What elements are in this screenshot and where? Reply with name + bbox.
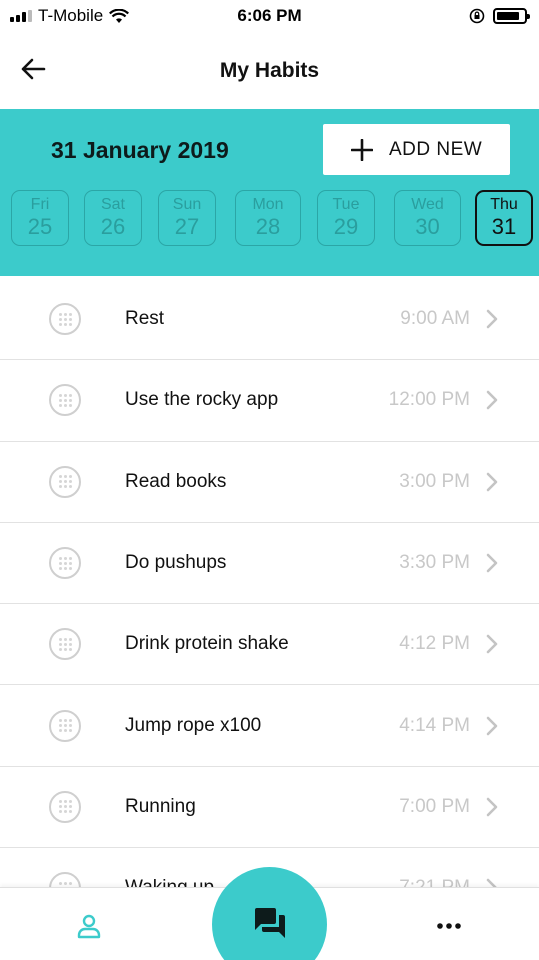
chevron-right-icon: [485, 472, 499, 492]
signal-icon: [10, 10, 32, 22]
day-chip-num: 31: [491, 214, 517, 239]
habit-time: 3:00 PM: [399, 470, 470, 492]
more-tab[interactable]: [433, 910, 465, 942]
habit-name: Running: [125, 795, 196, 817]
habit-time: 3:30 PM: [399, 552, 470, 574]
selected-date: 31 January 2019: [51, 137, 229, 163]
chevron-right-icon: [485, 716, 499, 736]
day-chip-num: 26: [100, 214, 126, 239]
status-left: T-Mobile: [10, 6, 130, 26]
day-chip-sun[interactable]: Sun 27: [158, 190, 216, 246]
habit-time: 4:14 PM: [399, 714, 470, 736]
habit-row[interactable]: Do pushups 3:30 PM: [0, 523, 539, 605]
dotted-circle-icon[interactable]: [49, 628, 81, 661]
day-chip-thu-selected[interactable]: Thu 31: [475, 190, 533, 246]
day-chip-dow: Fri: [30, 196, 50, 213]
chevron-right-icon: [485, 309, 499, 329]
day-chip-num: 30: [415, 214, 440, 239]
carrier-label: T-Mobile: [38, 6, 104, 25]
habit-time: 7:00 PM: [399, 795, 470, 817]
day-chip-dow: Sun: [172, 196, 202, 213]
day-chip-dow: Thu: [490, 196, 518, 213]
add-new-label: ADD NEW: [389, 138, 483, 160]
page-title: My Habits: [219, 58, 320, 82]
chevron-right-icon: [485, 797, 499, 817]
day-chip-dow: Sat: [100, 196, 125, 213]
dotted-circle-icon[interactable]: [49, 547, 81, 580]
day-chip-num: 28: [255, 214, 281, 239]
habit-name: Read books: [125, 470, 227, 492]
battery-icon: [493, 8, 530, 24]
date-panel: 31 January 2019 ADD NEW Fri 25 Sat 26 Su…: [0, 109, 539, 276]
day-chip-dow: Wed: [411, 196, 444, 213]
habit-name: Use the rocky app: [125, 389, 279, 411]
day-chip-dow: Tue: [332, 196, 360, 213]
habit-name: Jump rope x100: [125, 714, 262, 736]
day-chip-tue[interactable]: Tue 29: [317, 190, 375, 246]
day-chip-wed[interactable]: Wed 30: [394, 190, 461, 246]
day-chip-num: 27: [174, 214, 200, 239]
day-chip-num: 25: [27, 214, 53, 239]
person-icon: [77, 914, 101, 939]
more-dots-icon: [437, 923, 461, 929]
habit-name: Rest: [125, 308, 165, 330]
day-chip-num: 29: [333, 214, 359, 239]
add-new-button[interactable]: ADD NEW: [323, 124, 510, 175]
chat-bubble-icon: [254, 908, 285, 938]
dotted-circle-icon[interactable]: [49, 384, 81, 417]
habit-name: Drink protein shake: [125, 633, 289, 655]
habit-list: Rest 9:00 AM Use the rocky app 12:00 PM …: [0, 279, 539, 930]
profile-tab[interactable]: [73, 910, 105, 942]
orientation-lock-icon: [469, 8, 485, 24]
dotted-circle-icon[interactable]: [49, 790, 81, 823]
dotted-circle-icon[interactable]: [49, 465, 81, 498]
habit-row[interactable]: Running 7:00 PM: [0, 767, 539, 849]
habit-time: 4:12 PM: [399, 633, 470, 655]
habit-row[interactable]: Use the rocky app 12:00 PM: [0, 360, 539, 442]
day-chip-dow: Mon: [252, 196, 284, 213]
status-bar: T-Mobile 6:06 PM: [0, 0, 539, 32]
wifi-icon: [109, 8, 130, 23]
habit-row[interactable]: Rest 9:00 AM: [0, 279, 539, 361]
habit-time: 12:00 PM: [388, 389, 470, 411]
habit-row[interactable]: Jump rope x100 4:14 PM: [0, 685, 539, 767]
arrow-left-icon: [21, 58, 46, 80]
chevron-right-icon: [485, 390, 499, 410]
back-button[interactable]: [16, 54, 50, 84]
plus-icon: [351, 138, 373, 161]
habit-name: Do pushups: [125, 552, 227, 574]
habit-time: 9:00 AM: [400, 308, 470, 330]
chevron-right-icon: [485, 634, 499, 654]
day-chip-fri[interactable]: Fri 25: [11, 190, 69, 246]
habit-row[interactable]: Read books 3:00 PM: [0, 442, 539, 523]
header: My Habits: [0, 32, 539, 109]
day-chip-mon[interactable]: Mon 28: [235, 190, 301, 246]
day-chip-sat[interactable]: Sat 26: [84, 190, 142, 246]
dotted-circle-icon[interactable]: [49, 709, 81, 742]
habit-row[interactable]: Drink protein shake 4:12 PM: [0, 604, 539, 686]
chevron-right-icon: [485, 553, 499, 573]
dotted-circle-icon[interactable]: [49, 303, 81, 336]
status-right: [469, 8, 530, 24]
